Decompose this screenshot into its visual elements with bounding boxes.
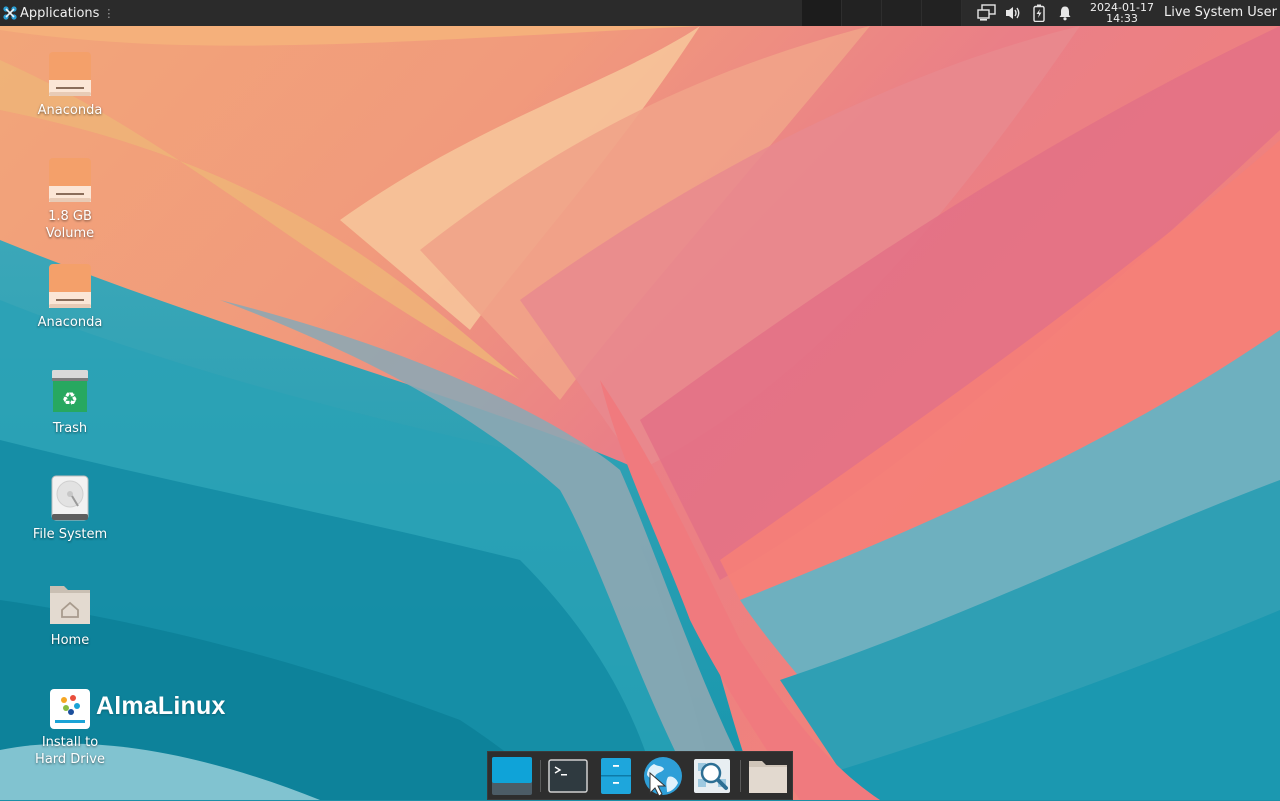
desktop-wallpaper bbox=[0, 0, 1280, 800]
installer-icon bbox=[49, 688, 91, 730]
desktop-icon-home[interactable]: Home bbox=[20, 580, 120, 649]
xfce-logo-icon bbox=[3, 6, 17, 20]
volume-icon[interactable] bbox=[1000, 0, 1026, 26]
top-panel: Applications ⋮ 2024-01-17 14:33 Live Sys… bbox=[0, 0, 1280, 26]
desktop-icon-label: File System bbox=[32, 527, 108, 542]
workspace-switcher bbox=[802, 0, 962, 26]
desktop-icon-label: Anaconda bbox=[37, 315, 103, 330]
workspace-2[interactable] bbox=[842, 0, 882, 26]
almalinux-brand-text: AlmaLinux bbox=[96, 692, 226, 720]
panel-separator: ⋮ bbox=[103, 6, 115, 20]
desktop-icon-label: Install to Hard Drive bbox=[35, 735, 105, 767]
workspace-1[interactable] bbox=[802, 0, 842, 26]
applications-menu-button[interactable]: Applications ⋮ bbox=[2, 0, 114, 26]
network-icon[interactable] bbox=[974, 0, 1000, 26]
system-tray bbox=[974, 0, 1078, 26]
desktop-icon-label: Trash bbox=[52, 421, 88, 436]
terminal-icon[interactable] bbox=[546, 755, 590, 797]
battery-icon[interactable] bbox=[1026, 0, 1052, 26]
desktop-icon-anaconda-2[interactable]: Anaconda bbox=[20, 262, 120, 331]
notification-bell-icon[interactable] bbox=[1052, 0, 1078, 26]
file-manager-icon[interactable] bbox=[594, 755, 638, 797]
user-menu-button[interactable]: Live System User bbox=[1164, 0, 1277, 26]
clock[interactable]: 2024-01-17 14:33 bbox=[1086, 0, 1158, 26]
svg-text:♻: ♻ bbox=[62, 389, 78, 410]
desktop-icon-label: Anaconda bbox=[37, 103, 103, 118]
user-name-label: Live System User bbox=[1164, 5, 1277, 20]
desktop-icon-anaconda[interactable]: Anaconda bbox=[20, 50, 120, 119]
clock-time: 14:33 bbox=[1106, 12, 1138, 25]
applications-menu-label: Applications bbox=[20, 5, 100, 21]
app-finder-icon[interactable] bbox=[690, 755, 734, 797]
dock bbox=[487, 751, 793, 800]
workspace-4[interactable] bbox=[922, 0, 962, 26]
harddisk-icon bbox=[46, 474, 94, 522]
drive-icon bbox=[46, 262, 94, 310]
folder-icon[interactable] bbox=[746, 755, 790, 797]
desktop-icon-trash[interactable]: ♻ Trash bbox=[20, 368, 120, 437]
show-desktop-icon[interactable] bbox=[490, 755, 534, 797]
drive-icon bbox=[46, 156, 94, 204]
desktop-icon-file-system[interactable]: File System bbox=[20, 474, 120, 543]
desktop-icon-label: Home bbox=[50, 633, 90, 648]
web-browser-icon[interactable] bbox=[640, 755, 684, 797]
desktop-icon-volume[interactable]: 1.8 GB Volume bbox=[20, 156, 120, 242]
home-folder-icon bbox=[46, 580, 94, 628]
drive-icon bbox=[46, 50, 94, 98]
desktop-icon-label: 1.8 GB Volume bbox=[45, 209, 95, 241]
workspace-3[interactable] bbox=[882, 0, 922, 26]
trash-icon: ♻ bbox=[46, 368, 94, 416]
